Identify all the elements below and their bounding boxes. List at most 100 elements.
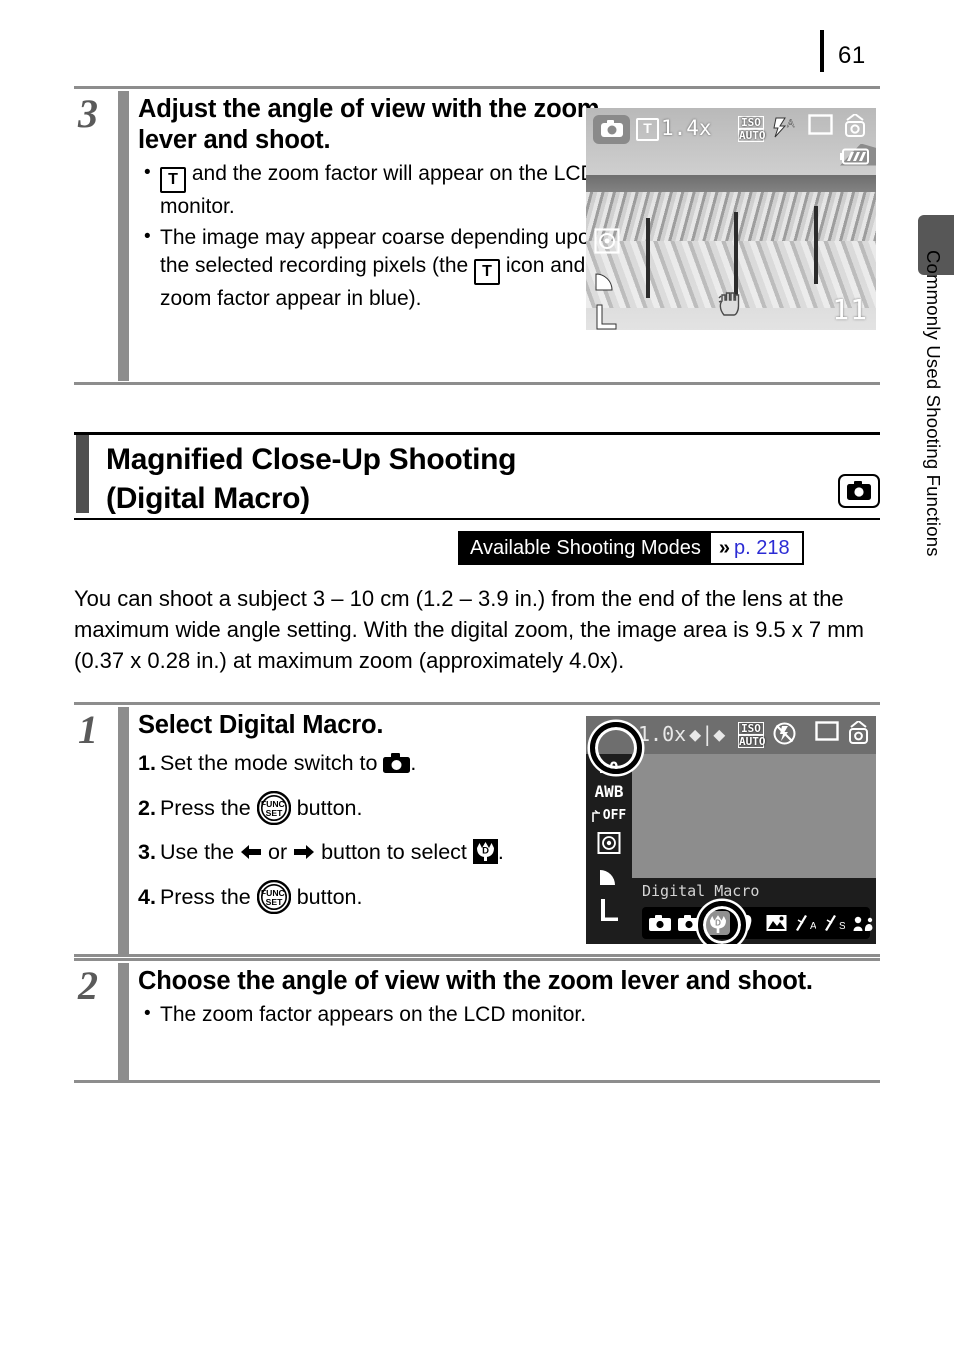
step-2-bottom-rule xyxy=(74,1080,880,1083)
selection-ring-top xyxy=(590,722,642,774)
step-1-title: Select Digital Macro. xyxy=(138,711,384,739)
substep-text: Press the xyxy=(159,796,257,820)
lcd-shooting-screen: T 1.4x ISO AUTO A 11 xyxy=(586,108,876,330)
svg-text:A: A xyxy=(787,118,795,130)
available-shooting-modes-badge[interactable]: Available Shooting Modes » p. 218 xyxy=(458,531,804,565)
substep-index: 2. xyxy=(138,796,156,820)
shots-remaining: 11 xyxy=(832,293,868,326)
section-heading: Magnified Close-Up Shooting (Digital Mac… xyxy=(74,432,880,522)
step-3-top-rule xyxy=(74,86,880,89)
iso-icon: ISO AUTO xyxy=(738,722,766,748)
sidebar-item-metering-mode[interactable] xyxy=(597,832,621,857)
list-item: 1. Set the mode switch to . xyxy=(138,749,638,778)
hand-shake-icon xyxy=(717,289,745,322)
func-set-icon: FUNC. SET xyxy=(256,791,291,825)
step-1-top-rule xyxy=(74,702,880,705)
svg-text:A: A xyxy=(810,921,816,932)
fine-compression-icon xyxy=(594,266,620,297)
step-1-side-bar xyxy=(118,707,129,955)
svg-text:SET: SET xyxy=(265,897,282,907)
page-reference-text: p. 218 xyxy=(734,537,790,559)
tele-t-icon: T xyxy=(636,118,659,141)
iso-label: ISO xyxy=(738,722,764,735)
step-2-side-bar xyxy=(118,963,129,1081)
step-2-body: Choose the angle of view with the zoom l… xyxy=(138,966,880,1030)
iso-label: ISO xyxy=(738,116,764,129)
lcd-umbrellas xyxy=(586,192,876,246)
substep-text-post: button. xyxy=(290,885,363,909)
camera-shake-icon xyxy=(847,719,870,750)
tele-t-icon: T xyxy=(160,167,186,193)
lcd2-top-right-icons xyxy=(815,719,870,750)
page-title-line1: Magnified Close-Up Shooting xyxy=(106,443,517,476)
substep-text: Use the xyxy=(159,840,241,864)
section-bottom-rule xyxy=(74,518,880,520)
page-reference-link[interactable]: » p. 218 xyxy=(710,533,802,563)
section-side-bar xyxy=(76,435,89,513)
page-title: Magnified Close-Up Shooting (Digital Mac… xyxy=(106,440,517,518)
lcd2-viewport xyxy=(632,754,876,878)
sidebar-item-recording-pixels[interactable] xyxy=(597,898,621,927)
iso-value: AUTO xyxy=(738,129,766,142)
double-chevron-icon: » xyxy=(718,537,730,559)
lcd2-mode-selector: Digital Macro M D A S xyxy=(632,878,876,944)
substep-text-post: . xyxy=(497,840,504,864)
lcd2-mode-caption: Digital Macro xyxy=(642,882,760,900)
page-title-line2: (Digital Macro) xyxy=(106,482,310,515)
zoom-factor-value: 1.0x xyxy=(638,722,687,746)
mode-item-night-snapshot-a[interactable]: A xyxy=(793,911,817,935)
single-shot-icon xyxy=(815,721,839,746)
lcd2-function-sidebar: ±0 AWB OFF xyxy=(586,754,632,944)
my-colors-label: OFF xyxy=(602,808,627,823)
step-3-bullets: T and the zoom factor will appear on the… xyxy=(138,159,628,314)
bullet-text: The zoom factor appears on the LCD monit… xyxy=(160,1003,587,1026)
tele-t-icon: T xyxy=(474,259,501,285)
section-body-text: You can shoot a subject 3 – 10 cm (1.2 –… xyxy=(74,586,864,673)
svg-text:SET: SET xyxy=(265,808,282,818)
list-item: The image may appear coarse depending up… xyxy=(138,223,628,314)
single-shot-icon xyxy=(808,114,833,140)
substep-index: 1. xyxy=(138,751,156,775)
camera-mode-icon xyxy=(593,115,630,144)
step-1-body: Select Digital Macro. 1. Set the mode swi… xyxy=(138,710,638,927)
step-1-number: 1 xyxy=(78,707,98,752)
sidebar-item-compression[interactable] xyxy=(597,865,621,890)
sidebar-item-my-colors-off[interactable]: OFF xyxy=(591,808,627,824)
header-divider xyxy=(820,30,824,72)
mode-item-auto[interactable] xyxy=(648,911,672,935)
sidebar-item-white-balance[interactable]: AWB xyxy=(595,784,624,800)
substep-text: Press the xyxy=(159,885,257,909)
step-2-number: 2 xyxy=(78,963,98,1008)
camera-icon xyxy=(838,474,880,508)
recording-pixels-icon xyxy=(594,304,620,330)
lcd2-top-center-icons: ISO AUTO xyxy=(738,722,796,750)
lcd-pole xyxy=(814,206,818,284)
lcd2-mode-strip[interactable]: M D A S xyxy=(642,907,873,939)
zoom-factor-value: 1.4x xyxy=(661,116,712,140)
battery-full-icon xyxy=(840,148,870,170)
substep-mid2: button to select xyxy=(315,840,473,864)
func-set-icon: FUNC. SET xyxy=(256,880,291,914)
lcd-pole xyxy=(646,218,650,298)
camera-icon xyxy=(383,753,411,773)
list-item: 4. Press the FUNC. SET button. xyxy=(138,880,638,914)
step-3-body: Adjust the angle of view with the zoom l… xyxy=(138,94,628,314)
mode-item-kids-and-pets[interactable] xyxy=(851,911,875,935)
substep-text-post: button. xyxy=(290,796,363,820)
svg-text:S: S xyxy=(839,921,845,932)
substep-text: Set the mode switch to xyxy=(159,751,384,775)
camera-shake-icon xyxy=(843,112,867,143)
lcd-top-center-icons: ISO AUTO A xyxy=(738,116,797,143)
available-shooting-modes-label: Available Shooting Modes xyxy=(460,533,711,563)
mode-item-night-snapshot-s[interactable]: S xyxy=(822,911,846,935)
lcd-top-right-icons xyxy=(808,112,870,170)
zoom-factor-display: T 1.4x xyxy=(636,116,712,141)
mode-item-landscape[interactable] xyxy=(764,911,788,935)
chapter-tab-label: Commonly Used Shooting Functions xyxy=(923,250,944,557)
flash-off-icon xyxy=(773,722,796,750)
step-1-bottom-rule xyxy=(74,954,880,957)
arrow-right-icon xyxy=(293,843,315,861)
section-top-rule xyxy=(74,432,880,435)
substep-text-post: . xyxy=(410,751,417,775)
list-item: 2. Press the FUNC. SET button. xyxy=(138,791,638,825)
